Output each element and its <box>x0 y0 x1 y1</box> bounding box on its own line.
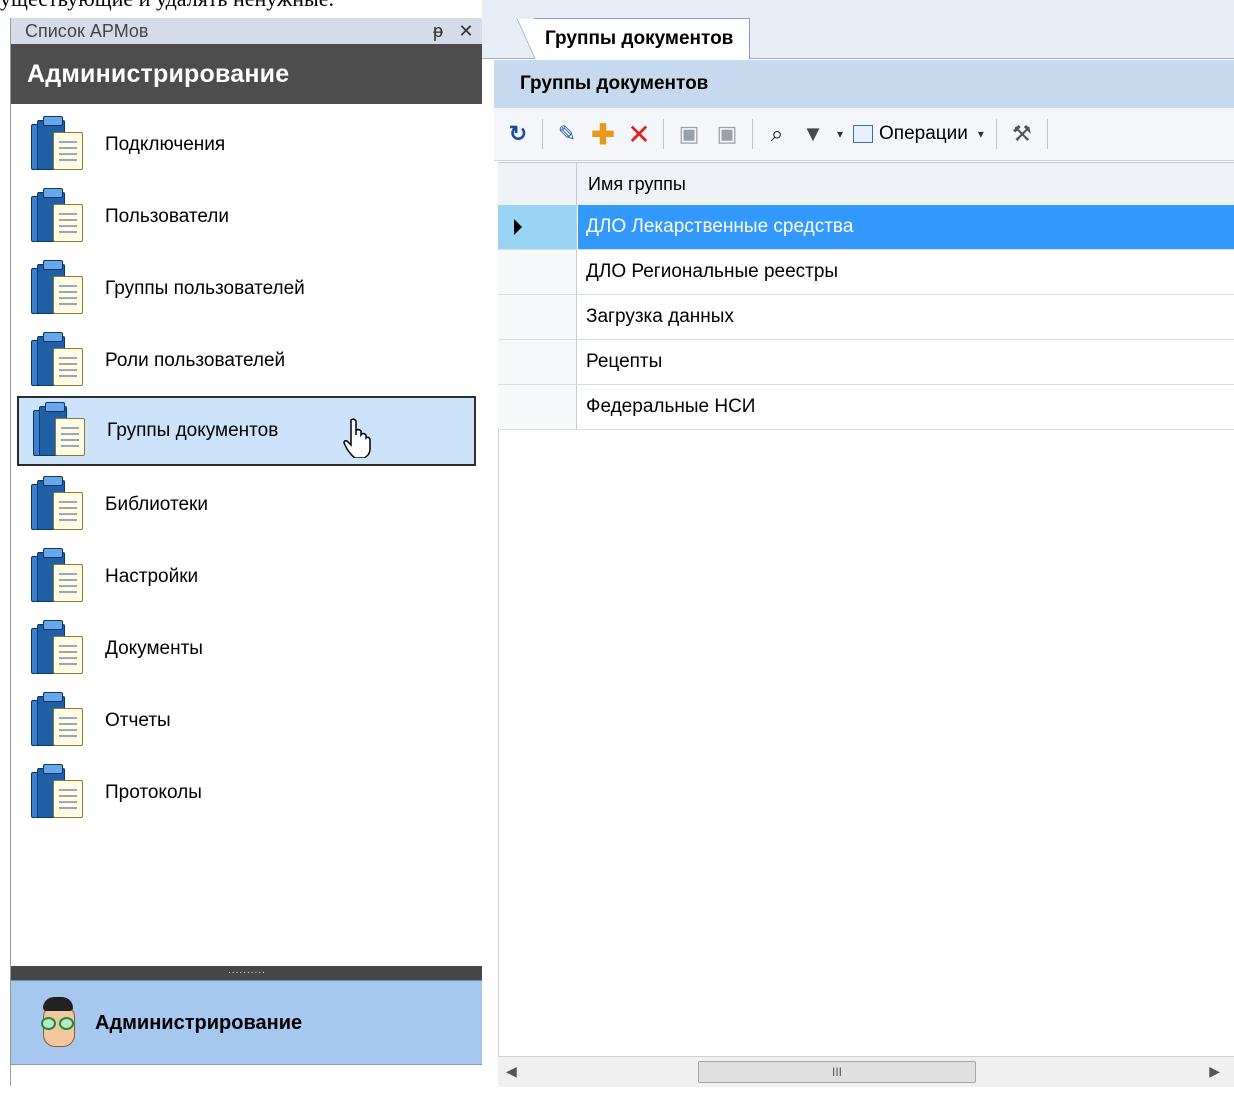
document-text-fragment: уществующие и удалять ненужные. <box>0 0 334 12</box>
table-row[interactable]: ДЛО Лекарственные средства <box>498 205 1234 250</box>
row-indicator[interactable] <box>498 385 577 429</box>
nav-item-label: Подключения <box>105 134 226 155</box>
nav-item-label: Пользователи <box>105 206 230 227</box>
nav-item-connections[interactable]: Подключения <box>17 112 476 178</box>
table-cell-group-name[interactable]: Рецепты <box>578 340 1234 384</box>
arm-icon <box>29 332 87 390</box>
arm-icon <box>29 116 87 174</box>
nav-item-label: Настройки <box>105 566 199 587</box>
tab-document-groups[interactable]: Группы документов <box>516 18 751 59</box>
page-title: Группы документов <box>494 60 1234 108</box>
nav-item-label: Группы документов <box>107 420 279 441</box>
panel-header-title: Список АРМов <box>25 20 149 41</box>
nav-item-user-roles[interactable]: Роли пользователей <box>17 328 476 394</box>
close-icon[interactable]: ✕ <box>455 21 477 42</box>
nav-item-label: Библиотеки <box>105 494 208 515</box>
section-title: Администрирование <box>11 44 483 104</box>
nav-item-user-groups[interactable]: Группы пользователей <box>17 256 476 322</box>
hand-cursor-icon <box>343 418 371 458</box>
scroll-right-icon[interactable]: ▶ <box>1209 1063 1220 1080</box>
toolbar-separator <box>663 119 664 149</box>
filter-dropdown-arrow[interactable]: ▾ <box>835 118 845 150</box>
row-indicator[interactable] <box>498 205 577 249</box>
admin-avatar-icon <box>37 995 79 1051</box>
toolbar-separator <box>1046 119 1048 149</box>
arm-icon <box>31 402 89 460</box>
table-cell-group-name[interactable]: ДЛО Региональные реестры <box>578 250 1234 294</box>
arm-icon <box>29 764 87 822</box>
scroll-left-icon[interactable]: ◀ <box>506 1063 517 1080</box>
row-indicator-header <box>498 163 577 205</box>
scrollbar-thumb[interactable]: III <box>698 1061 976 1083</box>
panel-splitter[interactable]: .......... <box>11 966 483 980</box>
document-groups-grid: Имя группы ДЛО Лекарственные средства ДЛ… <box>498 162 1234 430</box>
nav-item-users[interactable]: Пользователи <box>17 184 476 250</box>
panel-header: Список АРМов ᵽ ✕ <box>11 18 483 44</box>
tools-icon[interactable]: ⚒ <box>1007 118 1037 150</box>
nav-item-settings[interactable]: Настройки <box>17 544 476 610</box>
table-cell-group-name[interactable]: Загрузка данных <box>578 295 1234 339</box>
refresh-icon[interactable]: ↻ <box>504 118 532 150</box>
edit-icon[interactable]: ✎ <box>553 118 581 150</box>
find-icon[interactable]: ⌕ <box>763 118 791 150</box>
grid-header: Имя группы <box>498 162 1234 206</box>
pin-icon[interactable]: ᵽ <box>427 21 449 42</box>
arm-button-administration[interactable]: Администрирование <box>11 980 483 1065</box>
table-row[interactable]: Загрузка данных <box>498 295 1234 340</box>
arm-icon <box>29 620 87 678</box>
toolbar-separator <box>542 119 543 149</box>
table-cell-group-name[interactable]: ДЛО Лекарственные средства <box>578 205 1234 249</box>
panel-footer <box>11 1064 483 1105</box>
operations-dropdown-arrow[interactable]: ▾ <box>976 118 986 150</box>
nav-item-protocols[interactable]: Протоколы <box>17 760 476 826</box>
toolbar-separator <box>752 119 753 149</box>
column-header-group-name[interactable]: Имя группы <box>588 163 686 205</box>
nav-item-libraries[interactable]: Библиотеки <box>17 472 476 538</box>
save-icon[interactable]: ▣ <box>674 118 704 150</box>
table-cell-group-name[interactable]: Федеральные НСИ <box>578 385 1234 429</box>
arm-icon <box>29 692 87 750</box>
horizontal-scrollbar[interactable]: ◀ III ▶ <box>498 1056 1234 1087</box>
operations-icon <box>853 125 873 143</box>
nav-item-label: Группы пользователей <box>105 278 305 299</box>
arm-icon <box>29 188 87 246</box>
nav-item-reports[interactable]: Отчеты <box>17 688 476 754</box>
table-row[interactable]: ДЛО Региональные реестры <box>498 250 1234 295</box>
arm-list-panel: Список АРМов ᵽ ✕ Администрирование Подкл… <box>10 18 484 1105</box>
toolbar: ↻ ✎ ✚ ✕ ▣ ▣ ⌕ ▼ ▾ Операции ▾ ⚒ <box>494 108 1234 161</box>
nav-item-document-groups[interactable]: Группы документов <box>17 396 476 466</box>
row-indicator[interactable] <box>498 250 577 294</box>
row-indicator[interactable] <box>498 340 577 384</box>
table-row[interactable]: Рецепты <box>498 340 1234 385</box>
add-icon[interactable]: ✚ <box>589 118 617 150</box>
table-row[interactable]: Федеральные НСИ <box>498 385 1234 430</box>
nav-item-label: Роли пользователей <box>105 350 286 371</box>
nav-item-label: Отчеты <box>105 710 171 731</box>
nav-item-label: Документы <box>105 638 203 659</box>
delete-icon[interactable]: ✕ <box>625 118 653 150</box>
arm-button-label: Администрирование <box>95 1011 303 1034</box>
row-indicator[interactable] <box>498 295 577 339</box>
nav-item-label: Протоколы <box>105 782 202 803</box>
tab-strip: Группы документов <box>482 0 1234 59</box>
arm-icon <box>29 476 87 534</box>
toolbar-separator <box>995 119 997 149</box>
arm-icon <box>29 548 87 606</box>
arm-icon <box>29 260 87 318</box>
nav-item-documents[interactable]: Документы <box>17 616 476 682</box>
save-all-icon[interactable]: ▣ <box>712 118 742 150</box>
filter-icon[interactable]: ▼ <box>799 118 827 150</box>
operations-button[interactable]: Операции <box>853 118 968 150</box>
document-workspace: Группы документов Группы документов ↻ ✎ … <box>482 0 1234 1087</box>
